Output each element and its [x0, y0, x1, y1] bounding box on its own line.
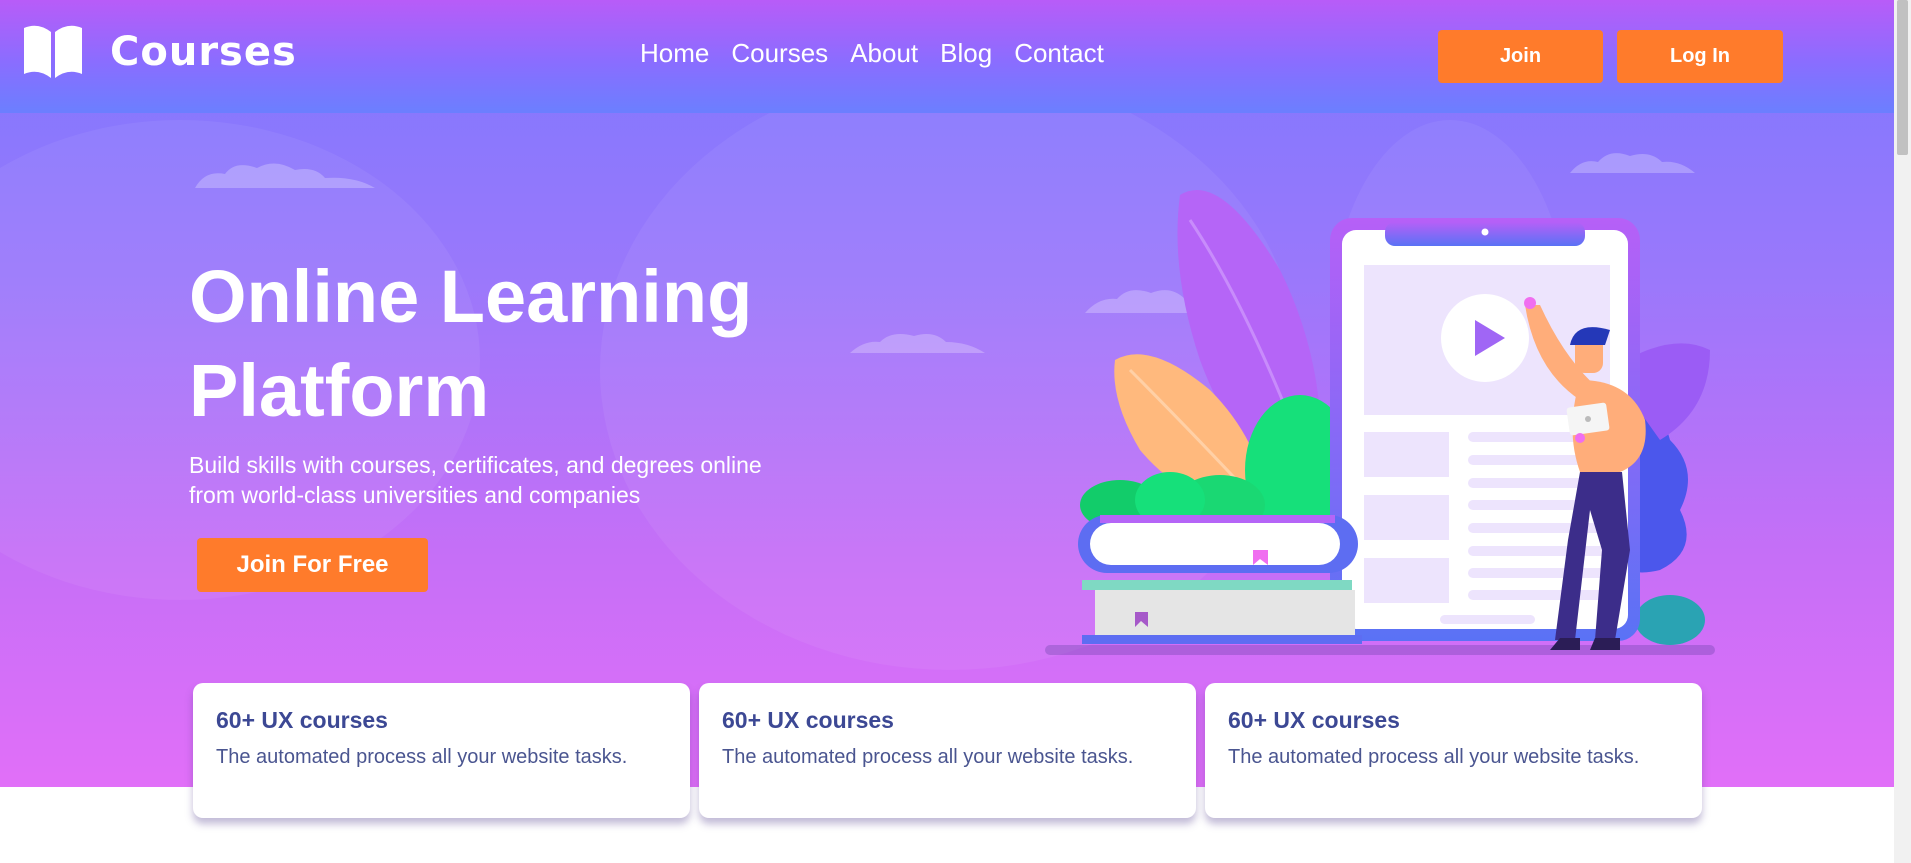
join-for-free-button[interactable]: Join For Free	[197, 538, 428, 592]
card-title: 60+ UX courses	[722, 707, 894, 733]
feature-cards: 60+ UX courses The automated process all…	[193, 683, 1702, 818]
nav-link-home[interactable]: Home	[640, 38, 709, 69]
books-icon	[1078, 515, 1362, 644]
cloud-icon	[850, 334, 985, 353]
cloud-icon	[195, 163, 375, 188]
card-title: 60+ UX courses	[216, 707, 388, 733]
page-viewport: Online Learning Platform Build skills wi…	[0, 0, 1894, 863]
scrollbar-thumb[interactable]	[1897, 0, 1908, 155]
nav-link-courses[interactable]: Courses	[731, 38, 828, 69]
open-book-icon	[24, 25, 82, 78]
nav-link-contact[interactable]: Contact	[1014, 38, 1104, 69]
hero-section: Online Learning Platform Build skills wi…	[0, 0, 1894, 787]
card-description: The automated process all your website t…	[1228, 746, 1640, 768]
card-description: The automated process all your website t…	[722, 746, 1134, 768]
hero-title-line1: Online Learning	[189, 255, 753, 338]
top-navbar: Courses Home Courses About Blog Contact …	[0, 0, 1894, 113]
feature-card[interactable]: 60+ UX courses The automated process all…	[193, 683, 690, 818]
card-title: 60+ UX courses	[1228, 707, 1400, 733]
vertical-scrollbar[interactable]	[1894, 0, 1911, 863]
laptop-icon	[1566, 402, 1610, 436]
card-description: The automated process all your website t…	[216, 746, 628, 768]
login-button[interactable]: Log In	[1617, 30, 1783, 83]
brand-logo[interactable]: Courses	[22, 24, 297, 80]
hero-title: Online Learning Platform	[189, 250, 829, 438]
plant-pot-icon	[1635, 595, 1705, 645]
main-nav: Home Courses About Blog Contact	[640, 38, 1104, 69]
join-button[interactable]: Join	[1438, 30, 1603, 83]
hero-illustration	[1045, 190, 1715, 655]
nav-link-about[interactable]: About	[850, 38, 918, 69]
feature-card[interactable]: 60+ UX courses The automated process all…	[1205, 683, 1702, 818]
brand-name: Courses	[110, 29, 297, 75]
feature-card[interactable]: 60+ UX courses The automated process all…	[699, 683, 1196, 818]
hero-subtitle: Build skills with courses, certificates,…	[189, 452, 762, 508]
nav-link-blog[interactable]: Blog	[940, 38, 992, 69]
hero-title-line2: Platform	[189, 349, 490, 432]
